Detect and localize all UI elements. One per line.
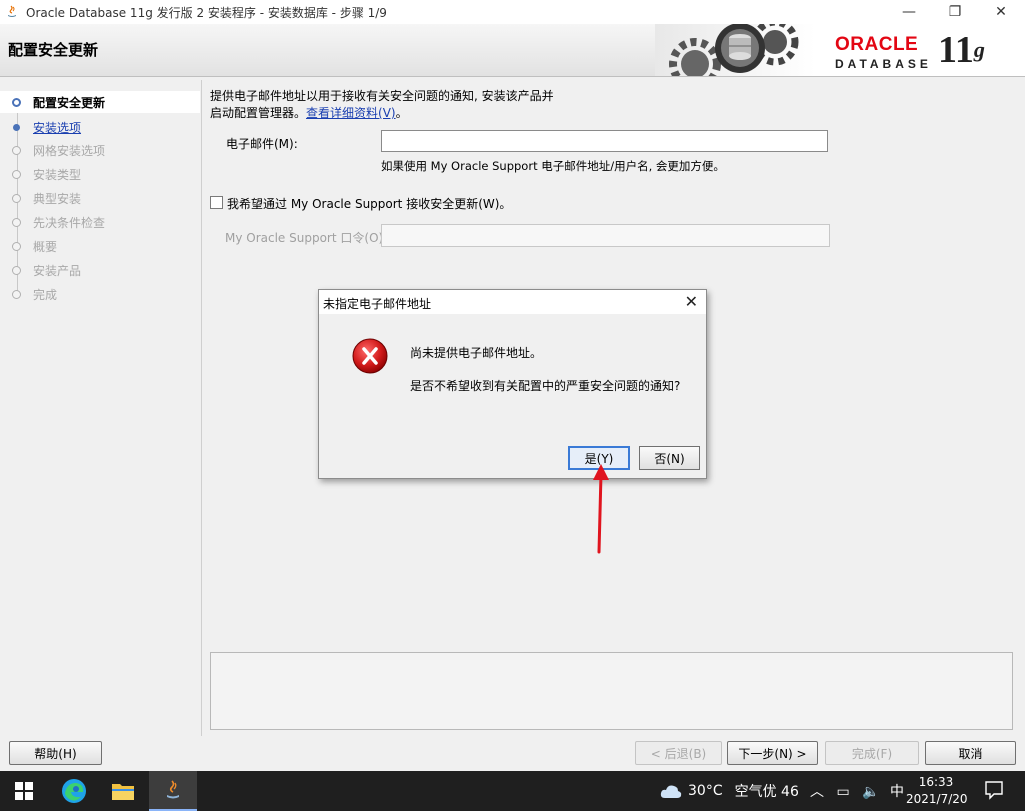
step-pending-icon [12,265,21,275]
dialog-close-icon[interactable]: ✕ [685,292,698,311]
version-number: 11 [938,29,974,71]
taskbar-clock[interactable]: 16:33 2021/7/20 [906,774,968,808]
nav-item-label: 网格安装选项 [33,143,106,158]
step-pending-icon [12,145,21,155]
nav-item-security-updates[interactable]: 配置安全更新 [0,91,200,113]
password-label: My Oracle Support 口令(O): [225,231,388,245]
nav-item-label: 安装产品 [33,263,82,278]
page-title: 配置安全更新 [8,41,99,59]
step-pending-icon [12,193,21,203]
weather-widget[interactable]: 30°C 空气优 46 [660,781,799,801]
help-button[interactable]: 帮助(H) [9,741,102,765]
intro-line-1: 提供电子邮件地址以用于接收有关安全问题的通知, 安装该产品并 [210,89,554,103]
step-active-icon [12,97,21,107]
error-icon [352,338,388,374]
nav-item-label: 配置安全更新 [33,95,106,110]
step-pending-icon [12,241,21,251]
air-quality: 空气优 46 [734,784,799,800]
nav-item-prereq-check: 先决条件检查 [0,211,200,233]
dialog-message-2: 是否不希望收到有关配置中的严重安全问题的通知? [410,379,681,393]
java-installer-taskbar-button[interactable] [149,771,197,811]
java-icon [8,5,16,17]
intro-line-2: 启动配置管理器。 [210,106,307,120]
nav-item-install-product: 安装产品 [0,259,200,281]
version-mark: 11g [938,30,985,70]
folder-icon [112,784,134,800]
receive-updates-label[interactable]: 我希望通过 My Oracle Support 接收安全更新(W)。 [227,195,511,212]
nav-item-label: 概要 [33,239,58,254]
email-not-specified-dialog: 未指定电子邮件地址 ✕ 尚未提供电子邮件地址。 是否不希望收到有关配置中的严重安… [318,289,707,479]
back-button: < 后退(B) [635,741,722,765]
system-tray: ︿ ▭ 🔈 中 [810,781,904,801]
weather-temperature: 30°C [688,783,723,799]
nav-item-install-type: 安装类型 [0,163,200,185]
finish-button: 完成(F) [825,741,919,765]
restore-icon: ❐ [948,4,962,20]
dialog-title-bar: 未指定电子邮件地址 ✕ [319,290,706,314]
dialog-message-1: 尚未提供电子邮件地址。 [410,346,543,360]
password-input [381,224,830,247]
nav-item-label: 典型安装 [33,191,82,206]
step-pending-icon [12,217,21,227]
network-icon[interactable]: ▭ [836,784,849,800]
speaker-icon[interactable]: 🔈 [862,784,879,800]
window-title: Oracle Database 11g 发行版 2 安装程序 - 安装数据库 -… [26,5,387,20]
notification-button[interactable] [984,780,1004,803]
version-suffix: g [973,37,985,62]
nav-item-label: 安装选项 [33,120,82,135]
edge-icon [62,779,86,803]
next-button[interactable]: 下一步(N) > [727,741,818,765]
nav-item-install-options[interactable]: 安装选项 [0,116,200,138]
edge-taskbar-button[interactable] [50,771,98,811]
step-navigation: 配置安全更新 安装选项 网格安装选项 安装类型 典型安装 先决条件检查 概要 安… [0,80,200,740]
title-bar: Oracle Database 11g 发行版 2 安装程序 - 安装数据库 -… [0,0,1025,24]
gears-graphic [655,24,815,76]
header-band: 配置安全更新 ORACLE DATABASE 11g [0,24,1025,77]
view-details-link[interactable]: 查看详细资料(V) [306,106,396,120]
cloud-icon [660,785,682,798]
oracle-wordmark: ORACLE [835,34,919,55]
email-label: 电子邮件(M): [226,137,298,151]
annotation-arrow [593,464,609,554]
intro-text: 提供电子邮件地址以用于接收有关安全问题的通知, 安装该产品并 启动配置管理器。查… [210,88,554,122]
file-explorer-taskbar-button[interactable] [99,771,147,811]
windows-icon [15,782,33,800]
nav-item-label: 完成 [33,287,58,302]
nav-item-label: 先决条件检查 [33,215,106,230]
taskbar: 30°C 空气优 46 ︿ ▭ 🔈 中 16:33 2021/7/20 [0,771,1025,811]
java-icon [167,780,179,799]
dialog-title: 未指定电子邮件地址 [323,297,432,311]
nav-item-finish: 完成 [0,283,200,305]
close-window-button[interactable]: ✕ [978,0,1024,24]
oracle-logo: ORACLE DATABASE 11g [655,24,1025,76]
nav-divider [201,80,202,736]
clock-date: 2021/7/20 [906,792,968,806]
step-link-icon [13,123,20,131]
step-pending-icon [12,289,21,299]
nav-item-typical-install: 典型安装 [0,187,200,209]
receive-updates-checkbox[interactable] [210,196,223,209]
step-pending-icon [12,169,21,179]
restore-button[interactable]: ❐ [932,0,978,24]
notification-icon [985,781,1003,800]
intro-end: 。 [395,106,408,120]
message-panel [210,652,1013,730]
clock-time: 16:33 [918,775,954,789]
nav-item-summary: 概要 [0,235,200,257]
nav-item-label: 安装类型 [33,167,82,182]
email-hint: 如果使用 My Oracle Support 电子邮件地址/用户名, 会更加方便… [381,159,725,173]
no-button[interactable]: 否(N) [639,446,700,470]
chevron-up-icon[interactable]: ︿ [810,784,824,800]
cancel-button[interactable]: 取消 [925,741,1016,765]
database-wordmark: DATABASE [835,57,932,71]
minimize-button[interactable]: — [886,0,932,24]
email-input[interactable] [381,130,828,152]
start-button[interactable] [0,771,48,811]
minimize-icon: — [902,4,916,20]
nav-item-grid-options: 网格安装选项 [0,139,200,161]
close-icon: ✕ [995,4,1007,20]
ime-indicator[interactable]: 中 [890,784,904,800]
